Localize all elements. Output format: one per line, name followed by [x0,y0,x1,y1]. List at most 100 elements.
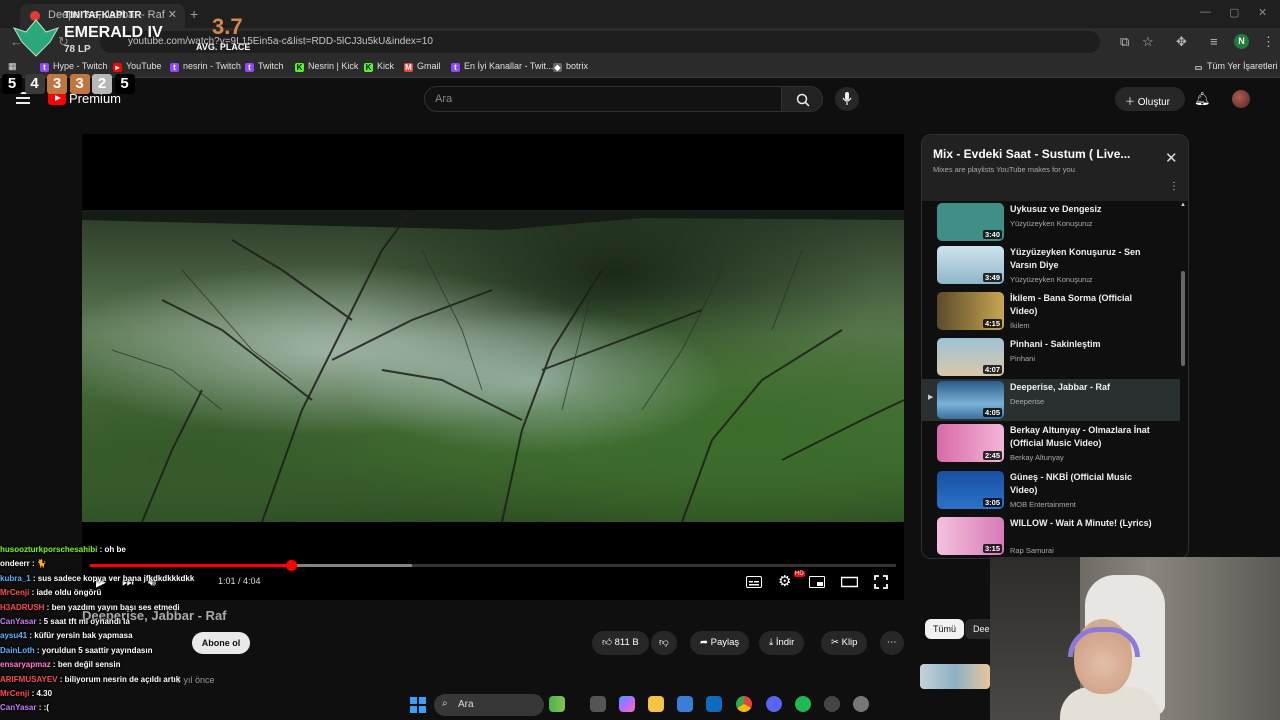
windows-start-icon[interactable] [410,697,426,713]
discord-icon[interactable] [766,696,782,712]
bookmark-kick[interactable]: K Kick [364,61,394,72]
outlook-icon[interactable] [706,696,722,712]
chat-username[interactable]: aysu41 [0,631,27,640]
tree-canopy-image [82,210,904,522]
widgets-icon[interactable] [549,696,565,712]
more-vertical-icon[interactable]: ⋮ [1169,181,1179,192]
copilot-icon[interactable] [619,696,635,712]
playlist-item[interactable]: 2:45 Berkay Altunyay - Olmazlara İnat (O… [922,422,1180,464]
file-explorer-icon[interactable] [648,696,664,712]
settings-gear-icon[interactable] [853,696,869,712]
bookmark-gmail[interactable]: M Gmail [404,61,441,72]
chat-username[interactable]: ensaryapmaz [0,660,51,669]
scissors-icon: ✂ [831,637,842,648]
more-actions-button[interactable]: ⋯ [880,631,904,655]
create-button[interactable]: ＋ Oluştur [1115,87,1185,111]
video-thumbnail: 4:15 [937,292,1004,330]
task-view-icon[interactable] [590,696,606,712]
chat-username[interactable]: CanYasar [0,703,36,712]
subtitles-icon[interactable] [746,576,762,588]
video-thumbnail: 2:45 [937,424,1004,462]
user-avatar[interactable] [1232,90,1250,108]
like-button[interactable]: 👍︎ 811 B [592,631,649,655]
chip-all[interactable]: Tümü [925,619,965,639]
taskbar-search[interactable]: ⌕ Ara [434,694,544,716]
microsoft-store-icon[interactable] [677,696,693,712]
chat-text: :( [43,703,49,713]
chat-text: ben değil sensin [57,660,121,670]
now-playing-icon: ▶ [928,394,934,401]
menu-kebab-icon[interactable]: ⋮ [1262,34,1275,50]
gear-icon[interactable]: ⚙ [778,572,791,590]
playlist-item[interactable]: 4:15 İkilem - Bana Sorma (Official Video… [922,290,1180,332]
all-bookmarks-link[interactable]: ▭ Tüm Yer İşaretleri [1194,61,1278,72]
chat-text: ben yazdım yayın başı ses etmedi [51,602,180,612]
miniplayer-icon[interactable] [809,576,825,588]
chat-separator: : [36,617,44,627]
progress-scrubber[interactable] [286,560,297,571]
rank-tier: EMERALD IV [64,24,163,41]
chrome-icon[interactable] [736,696,752,712]
placement-badge: 3 [47,74,67,94]
download-icon: ⤓ [769,637,776,648]
bookmark-en-iyi-kanallar[interactable]: t En İyi Kanallar - Twit... [451,61,553,72]
obs-icon[interactable] [824,696,840,712]
chat-username[interactable]: kubra_1 [0,574,31,583]
media-control-icon[interactable]: ≡ [1210,34,1218,49]
download-button[interactable]: ⤓ İndir [759,631,805,655]
maximize-icon[interactable]: ▢ [1229,6,1239,19]
dislike-button[interactable]: 👎︎ [651,631,677,655]
more-horizontal-icon: ⋯ [887,637,897,648]
clip-button[interactable]: ✂ Klip [821,631,868,655]
extensions-icon[interactable]: ✥ [1176,34,1187,50]
chat-text: biliyorum nesrin de açıldı artık [64,674,181,684]
theater-mode-icon[interactable] [841,576,858,588]
notifications-bell-icon[interactable]: 🔔︎ [1194,91,1211,107]
chat-text: iade oldu öngörü [36,588,102,598]
close-icon[interactable]: ✕ [1165,149,1178,167]
profile-avatar[interactable]: N [1234,34,1249,49]
chat-text: sus sadece kopya ver bana jfkdkdkkkdkk [37,573,195,583]
bookmark-nesrin-kick[interactable]: K Nesrin | Kick [295,61,358,72]
windows-taskbar: ⌕ Ara [400,690,880,720]
chat-username[interactable]: DainLoth [0,646,35,655]
chat-username[interactable]: CanYasar [0,617,36,626]
bookmark-star-icon[interactable]: ☆ [1142,34,1154,50]
chat-username[interactable]: husoozturkporschesahibi [0,545,97,554]
chat-username[interactable]: H3ADRUSH [0,603,44,612]
video-frame[interactable] [82,210,904,522]
playlist-item[interactable]: 3:15 WILLOW - Wait A Minute! (Lyrics) Ra… [922,515,1180,557]
playlist-item-channel: Berkay Altunyay [1010,453,1064,462]
search-button[interactable] [781,86,823,112]
share-button[interactable]: ➦ Paylaş [690,631,750,655]
chat-username[interactable]: MrCenji [0,689,29,698]
playlist-item-channel: Yüzyüzeyken Konuşuruz [1010,275,1093,284]
voice-search-button[interactable] [835,87,859,111]
chat-username[interactable]: ondeerr [0,559,30,568]
summoner-name: TINITAFKAPI TR [64,10,142,21]
chat-username[interactable]: ARIFMUSAYEV [0,675,58,684]
placement-badge: 2 [92,74,112,94]
playlist-item[interactable]: 3:49 Yüzyüzeyken Konuşuruz - Sen Varsın … [922,244,1180,286]
chat-message: aysu41 : küfür yersin bak yapmasa [0,629,260,643]
playlist-scrollbar[interactable] [1181,271,1185,366]
playlist-item-current[interactable]: ▶ 4:05 Deeperise, Jabbar - Raf Deeperise [922,379,1180,421]
playlist-title[interactable]: Mix - Evdeki Saat - Sustum ( Live... [933,147,1148,161]
video-thumbnail: 3:15 [937,517,1004,555]
placement-badge: 3 [69,74,90,94]
fullscreen-icon[interactable] [874,575,888,589]
playlist-item[interactable]: 3:40 Uykusuz ve Dengesiz Yüzyüzeyken Kon… [922,201,1180,243]
minimize-icon[interactable]: — [1200,6,1211,18]
cast-icon[interactable]: ⧉ [1120,34,1129,50]
search-input[interactable]: Ara [424,86,782,112]
close-window-icon[interactable]: ✕ [1258,6,1267,19]
recommended-thumbnail[interactable] [920,664,990,689]
video-player[interactable]: ▶ ⏭ 🔊︎ 1:01 / 4:04 ⚙ HD [82,134,904,600]
scroll-up-icon[interactable]: ▲ [1180,202,1186,208]
chat-username[interactable]: MrCenji [0,588,29,597]
playlist-item[interactable]: 4:07 Pinhani - Sakinleştim Pinhani [922,336,1180,378]
bookmark-botrix[interactable]: ◆ botrix [553,61,588,72]
spotify-icon[interactable] [795,696,811,712]
chat-message: CanYasar : :( [0,701,260,715]
playlist-item[interactable]: 3:05 Güneş - NKBİ (Official Music Video)… [922,469,1180,511]
